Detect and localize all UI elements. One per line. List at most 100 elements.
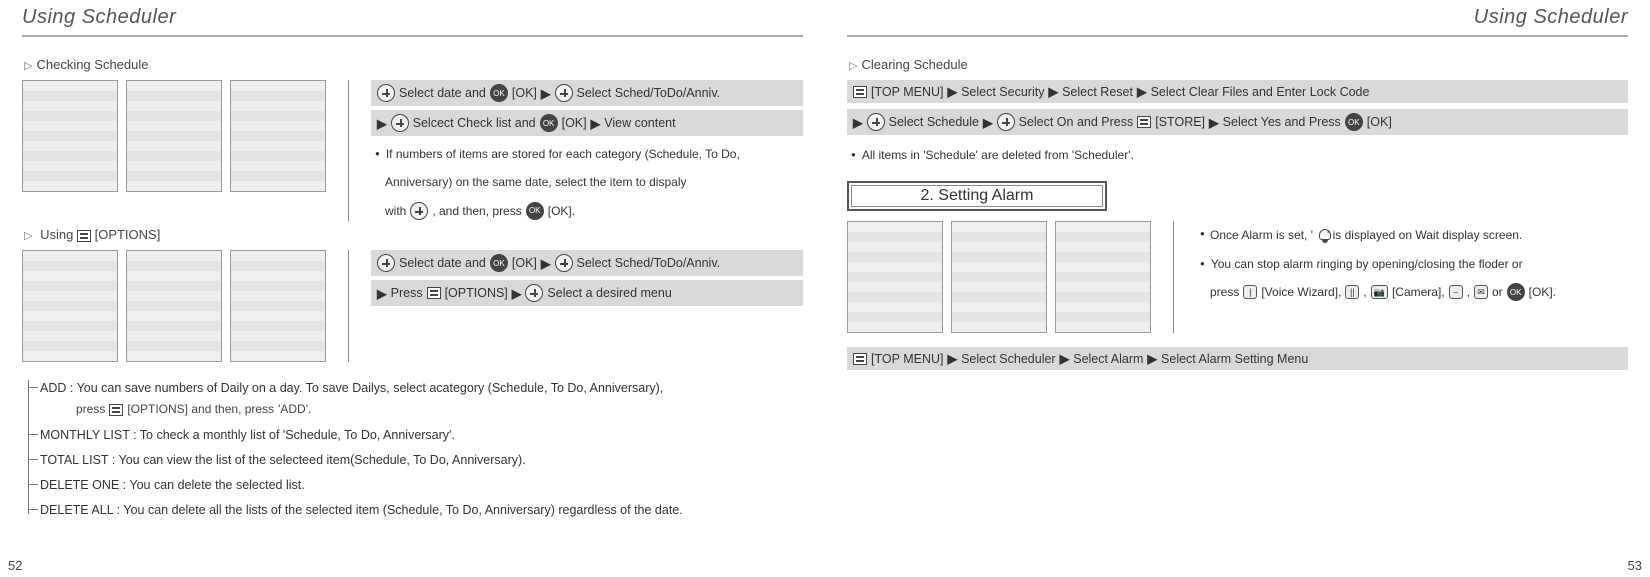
checking-thumbs — [22, 80, 326, 192]
fragment: [OPTIONS] and then, press — [127, 399, 274, 419]
fragment: [OK]. — [1529, 282, 1556, 302]
nav-icon — [555, 84, 573, 102]
strip-text: Select a desired menu — [547, 286, 671, 300]
note-text: press | [Voice Wizard], || , 📷 [Camera],… — [1196, 278, 1628, 302]
note-fragment: [OK]. — [548, 201, 575, 221]
strip-text: Select Reset — [1062, 85, 1133, 99]
page-title-left: Using Scheduler — [22, 0, 803, 37]
bell-icon — [1317, 228, 1333, 244]
arrow-icon: ▶ — [1048, 84, 1058, 99]
instruction-strip: [TOP MENU] ▶ Select Scheduler ▶ Select A… — [847, 347, 1628, 370]
menu-icon — [853, 86, 867, 98]
arrow-icon: ▶ — [1060, 351, 1070, 366]
strip-text: Select On and Press — [1019, 115, 1134, 129]
menu-icon — [109, 404, 123, 416]
strip-text: Select Alarm Setting Menu — [1161, 352, 1308, 366]
arrow-icon: ▶ — [541, 86, 551, 101]
menu-icon — [427, 287, 441, 299]
vertical-divider — [348, 250, 349, 362]
nav-icon — [525, 284, 543, 302]
arrow-icon: ▶ — [377, 116, 387, 131]
tree-item-delete-all: DELETE ALL : You can delete all the list… — [40, 498, 803, 523]
menu-icon — [77, 230, 91, 242]
checking-row: Select date and OK [OK] ▶ Select Sched/T… — [22, 80, 803, 221]
ok-icon: OK — [1345, 113, 1363, 131]
tree-item-total: TOTAL LIST : You can view the list of th… — [40, 448, 803, 473]
fragment: 'ADD'. — [278, 399, 311, 419]
arrow-icon: ▶ — [1137, 84, 1147, 99]
strip-text: View content — [604, 116, 675, 130]
tree-subtext: press [OPTIONS] and then, press 'ADD'. — [40, 399, 311, 419]
section-using-options: Using [OPTIONS] — [24, 227, 803, 242]
fragment: press — [1210, 282, 1239, 302]
nav-icon — [391, 114, 409, 132]
arrow-icon: ▶ — [1147, 351, 1157, 366]
arrow-icon: ▶ — [947, 84, 957, 99]
strip-text: [TOP MENU] — [871, 85, 943, 99]
strip-text: Select Security — [961, 85, 1044, 99]
note-text: If numbers of items are stored for each … — [371, 140, 803, 164]
strip-text: Select Clear Files and Enter Lock Code — [1151, 85, 1370, 99]
strip-text: Select Scheduler — [961, 352, 1056, 366]
tree-item-delete-one: DELETE ONE : You can delete the selected… — [40, 473, 803, 498]
menu-icon — [1137, 116, 1151, 128]
strip-text: Select Alarm — [1073, 352, 1143, 366]
screenshot-thumb — [22, 80, 118, 192]
strip-text: [OK] — [1367, 115, 1392, 129]
alarm-notes: Once Alarm is set, ' ' is displayed on W… — [1196, 221, 1628, 302]
page-number-right: 53 — [1628, 558, 1642, 573]
nav-icon — [410, 202, 428, 220]
checking-instructions: Select date and OK [OK] ▶ Select Sched/T… — [371, 80, 803, 221]
arrow-icon: ▶ — [512, 286, 522, 301]
screenshot-thumb — [22, 250, 118, 362]
page-right: Using Scheduler Clearing Schedule [TOP M… — [825, 0, 1650, 577]
nav-icon — [555, 254, 573, 272]
note-fragment: with — [385, 201, 406, 221]
note-text: All items in 'Schedule' are deleted from… — [847, 141, 1628, 165]
menu-icon — [853, 353, 867, 365]
tree-text: ADD : You can save numbers of Daily on a… — [40, 381, 663, 395]
screenshot-thumb — [126, 250, 222, 362]
ok-icon: OK — [526, 202, 544, 220]
screenshot-thumb — [1055, 221, 1151, 333]
instruction-strip: ▶ Select Schedule ▶ Select On and Press … — [847, 109, 1628, 135]
note-fragment: , and then, press — [432, 201, 521, 221]
ok-icon: OK — [540, 114, 558, 132]
strip-text: [OPTIONS] — [445, 286, 508, 300]
fragment: [Voice Wizard], — [1261, 282, 1341, 302]
screenshot-thumb — [951, 221, 1047, 333]
arrow-icon: ▶ — [591, 116, 601, 131]
strip-text: Select Schedule — [889, 115, 979, 129]
fragment: [Camera], — [1392, 282, 1445, 302]
screenshot-thumb — [230, 250, 326, 362]
options-instructions: Select date and OK [OK] ▶ Select Sched/T… — [371, 250, 803, 306]
alarm-row: Once Alarm is set, ' ' is displayed on W… — [847, 221, 1628, 333]
side-key-icon: || — [1345, 285, 1359, 299]
screenshot-thumb — [126, 80, 222, 192]
voice-key-icon: | — [1243, 285, 1257, 299]
options-tree: ADD : You can save numbers of Daily on a… — [22, 376, 803, 524]
arrow-icon: ▶ — [947, 351, 957, 366]
vertical-divider — [1173, 221, 1174, 333]
fragment: or — [1492, 282, 1503, 302]
strip-text: Selcect Check list and — [413, 116, 536, 130]
ok-icon: OK — [490, 84, 508, 102]
section-clearing-schedule: Clearing Schedule — [849, 57, 1628, 72]
nav-icon — [377, 254, 395, 272]
tree-item-monthly: MONTHLY LIST : To check a monthly list o… — [40, 423, 803, 448]
nav-icon — [377, 84, 395, 102]
strip-text: Select date and — [399, 86, 486, 100]
arrow-icon: ▶ — [541, 256, 551, 271]
section-setting-alarm: 2. Setting Alarm — [847, 181, 1107, 211]
arrow-icon: ▶ — [377, 286, 387, 301]
note-text: You can stop alarm ringing by opening/cl… — [1196, 250, 1628, 274]
arrow-icon: ▶ — [853, 115, 863, 130]
page-number-left: 52 — [8, 558, 22, 573]
send-key-icon: ⌣ — [1449, 285, 1463, 299]
fragment: Once Alarm is set, ' — [1220, 225, 1313, 245]
nav-icon — [997, 113, 1015, 131]
page-left: Using Scheduler Checking Schedule Select… — [0, 0, 825, 577]
section-label: Using — [40, 227, 73, 242]
section-checking-schedule: Checking Schedule — [24, 57, 803, 72]
note-text: Anniversary) on the same date, select th… — [371, 168, 803, 192]
